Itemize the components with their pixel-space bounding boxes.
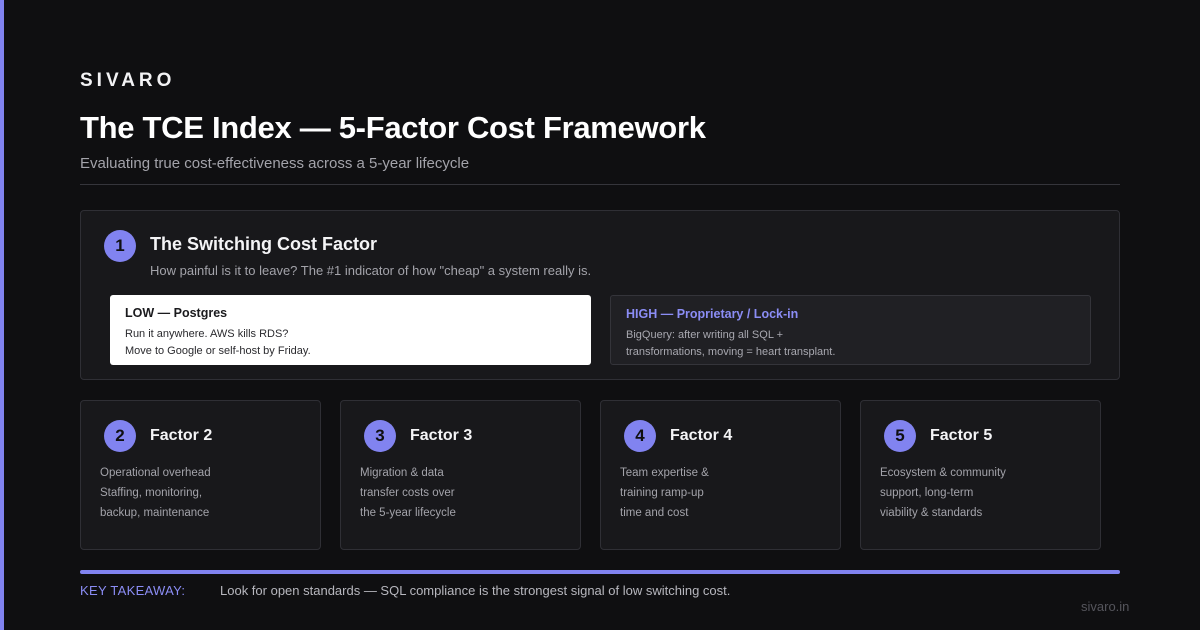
factor-line: transfer costs over <box>360 487 455 499</box>
high-body: BigQuery: after writing all SQL + transf… <box>626 327 1075 361</box>
high-heading: HIGH — Proprietary / Lock-in <box>626 307 799 321</box>
factor-title: The Switching Cost Factor <box>150 234 378 254</box>
high-switching-cost-box: HIGH — Proprietary / Lock-in BigQuery: a… <box>610 295 1091 365</box>
takeaway-text: Look for open standards — SQL compliance… <box>220 583 731 598</box>
factor-line: viability & standards <box>880 507 983 519</box>
low-line: Move to Google or self-host by Friday. <box>125 345 311 357</box>
takeaway-label: KEY TAKEAWAY: <box>80 583 186 598</box>
factor-line: Operational overhead <box>100 467 211 479</box>
factor-description: Migration & data transfer costs over the… <box>360 463 456 523</box>
low-heading: LOW — Postgres <box>125 306 228 320</box>
factor-title: Factor 4 <box>670 427 733 444</box>
factor-card-2: 2 Factor 2 Operational overhead Staffing… <box>80 400 321 550</box>
factor-card-5: 5 Factor 5 Ecosystem & community support… <box>860 400 1101 550</box>
header-divider <box>80 184 1120 185</box>
factor-line: training ramp-up <box>620 487 704 499</box>
factor-number-badge: 3 <box>364 420 396 452</box>
factor-number-badge: 4 <box>624 420 656 452</box>
factor-line: Ecosystem & community <box>880 467 1006 479</box>
factor-title: Factor 3 <box>410 427 473 444</box>
factor-line: time and cost <box>620 507 689 519</box>
footer-url: sivaro.in <box>1081 599 1130 614</box>
switching-cost-card: 1 The Switching Cost Factor How painful … <box>80 210 1120 380</box>
high-line: BigQuery: after writing all SQL + <box>626 329 784 341</box>
factor-title: Factor 5 <box>930 427 993 444</box>
factor-line: Migration & data <box>360 467 444 479</box>
low-switching-cost-box: LOW — Postgres Run it anywhere. AWS kill… <box>110 295 591 365</box>
high-line: transformations, moving = heart transpla… <box>626 346 836 358</box>
brand-logo: SIVARO <box>80 70 176 91</box>
factor-title: Factor 2 <box>150 427 213 444</box>
factor-line: Team expertise & <box>620 467 709 479</box>
factor-line: support, long-term <box>880 487 974 499</box>
factor-number-badge: 1 <box>104 230 136 262</box>
factor-card-3: 3 Factor 3 Migration & data transfer cos… <box>340 400 581 550</box>
page-title: The TCE Index — 5-Factor Cost Framework <box>80 110 706 145</box>
factor-description: How painful is it to leave? The #1 indic… <box>150 263 592 278</box>
factor-description: Ecosystem & community support, long-term… <box>880 463 1006 523</box>
left-accent-bar <box>0 0 4 630</box>
low-line: Run it anywhere. AWS kills RDS? <box>125 328 289 340</box>
factor-number-badge: 5 <box>884 420 916 452</box>
factor-line: the 5-year lifecycle <box>360 507 456 519</box>
factor-card-4: 4 Factor 4 Team expertise & training ram… <box>600 400 841 550</box>
takeaway-accent-bar <box>80 570 1120 574</box>
low-body: Run it anywhere. AWS kills RDS? Move to … <box>125 326 576 360</box>
page-subtitle: Evaluating true cost-effectiveness acros… <box>80 155 470 172</box>
factor-line: backup, maintenance <box>100 507 210 519</box>
factor-number-badge: 2 <box>104 420 136 452</box>
factor-description: Operational overhead Staffing, monitorin… <box>100 463 211 523</box>
factor-description: Team expertise & training ramp-up time a… <box>620 463 709 523</box>
factor-line: Staffing, monitoring, <box>100 487 203 499</box>
